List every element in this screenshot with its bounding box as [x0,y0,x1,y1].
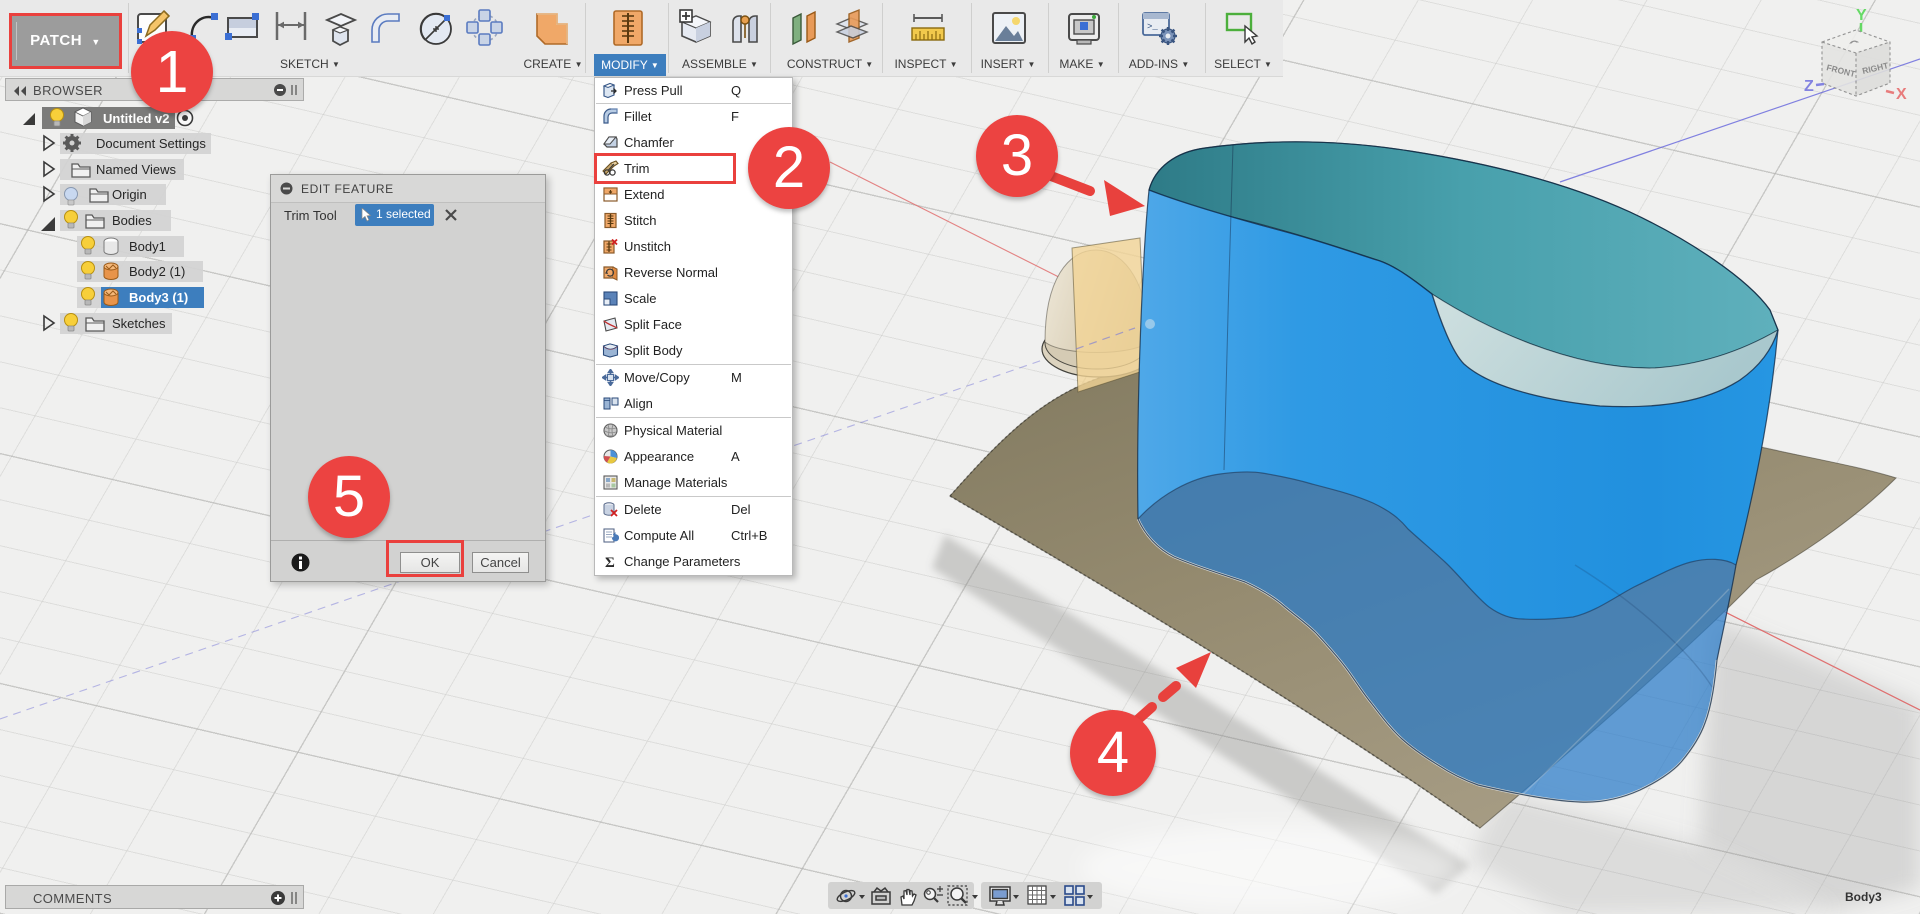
svg-text:Body1: Body1 [129,239,166,254]
svg-text:Origin: Origin [112,187,147,202]
svg-text:Document Settings: Document Settings [96,136,206,151]
svg-text:Body3 (1): Body3 (1) [129,290,188,305]
svg-text:Body2 (1): Body2 (1) [129,264,185,279]
svg-text:Bodies: Bodies [112,213,152,228]
svg-text:Named Views: Named Views [96,162,176,177]
svg-text:X: X [1896,86,1907,103]
svg-text:Y: Y [1856,7,1867,24]
svg-text:Sketches: Sketches [112,316,166,331]
svg-text:>_: >_ [1147,22,1158,32]
svg-text:Untitled v2: Untitled v2 [103,111,169,126]
svg-text:Z: Z [1804,78,1814,95]
svg-text:Σ: Σ [605,555,615,570]
